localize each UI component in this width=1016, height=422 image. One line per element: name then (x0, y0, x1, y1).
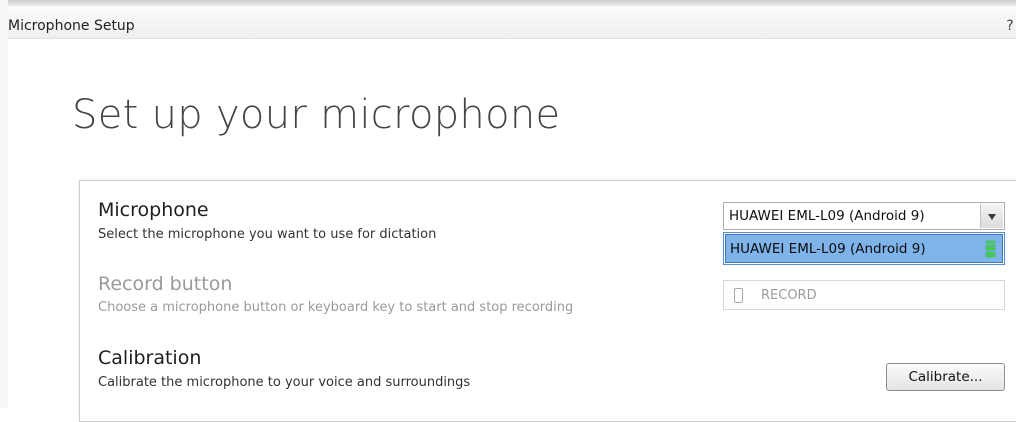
microphone-dropdown-list: HUAWEI EML-L09 (Android 9) (723, 232, 1005, 265)
microphone-option[interactable]: HUAWEI EML-L09 (Android 9) (725, 234, 1003, 263)
window-left-edge (0, 0, 8, 408)
record-button-field: RECORD (723, 280, 1005, 310)
microphone-title: Microphone (98, 199, 209, 221)
microphone-setup-window: Microphone Setup ? Set up your microphon… (0, 0, 1016, 422)
window-title: Microphone Setup (8, 18, 135, 34)
calibrate-button[interactable]: Calibrate... (886, 363, 1005, 391)
microphone-description: Select the microphone you want to use fo… (98, 227, 437, 242)
microphone-option-label: HUAWEI EML-L09 (Android 9) (730, 241, 926, 257)
record-button-title: Record button (98, 273, 233, 295)
microphone-select[interactable]: HUAWEI EML-L09 (Android 9) (723, 202, 1005, 230)
record-button-value: RECORD (761, 288, 817, 303)
phone-icon (734, 288, 743, 303)
chevron-down-icon[interactable] (980, 204, 1003, 228)
microphone-select-value: HUAWEI EML-L09 (Android 9) (729, 208, 925, 224)
page-title: Set up your microphone (72, 92, 561, 138)
help-icon[interactable]: ? (1004, 18, 1016, 34)
level-meter-icon (986, 241, 995, 257)
calibration-title: Calibration (98, 347, 202, 369)
settings-panel: Microphone Select the microphone you wan… (79, 180, 1016, 422)
record-button-description: Choose a microphone button or keyboard k… (98, 300, 574, 315)
title-bar: Microphone Setup ? (8, 6, 1016, 39)
calibration-description: Calibrate the microphone to your voice a… (98, 375, 471, 390)
calibrate-button-label: Calibrate... (908, 369, 983, 385)
